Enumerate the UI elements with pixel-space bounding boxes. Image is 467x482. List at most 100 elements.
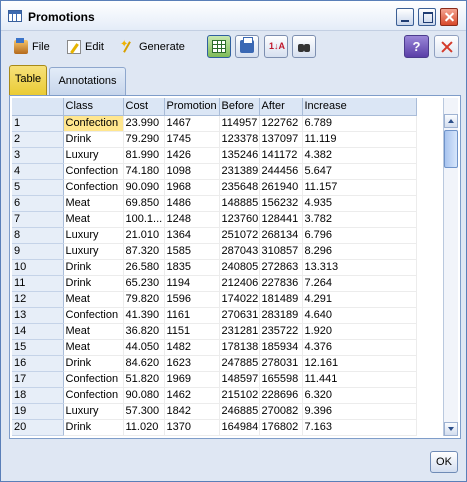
- scroll-thumb[interactable]: [444, 130, 458, 168]
- table-cell[interactable]: 1969: [164, 371, 220, 388]
- table-cell[interactable]: Drink: [63, 259, 124, 276]
- table-cell[interactable]: 11.157: [302, 179, 417, 196]
- table-row[interactable]: 19 Luxury 57.300 1842 246885 270082 9.396: [12, 403, 417, 420]
- table-cell[interactable]: 1370: [164, 419, 220, 436]
- window-close-button[interactable]: [440, 8, 458, 26]
- table-cell[interactable]: 278031: [259, 355, 303, 372]
- row-number-cell[interactable]: 14: [12, 323, 64, 340]
- table-cell[interactable]: 12.161: [302, 355, 417, 372]
- row-number-cell[interactable]: 11: [12, 275, 64, 292]
- table-cell[interactable]: 1482: [164, 339, 220, 356]
- table-cell[interactable]: 270082: [259, 403, 303, 420]
- table-row[interactable]: 12 Meat 79.820 1596 174022 181489 4.291: [12, 291, 417, 308]
- table-cell[interactable]: 4.935: [302, 195, 417, 212]
- table-cell[interactable]: 74.180: [123, 163, 165, 180]
- row-number-cell[interactable]: 9: [12, 243, 64, 260]
- table-row[interactable]: 18 Confection 90.080 1462 215102 228696 6.320: [12, 387, 417, 404]
- column-header-increase[interactable]: Increase: [302, 98, 417, 116]
- minimize-button[interactable]: [396, 8, 414, 26]
- table-cell[interactable]: 1161: [164, 307, 220, 324]
- table-cell[interactable]: 122762: [259, 115, 303, 132]
- table-cell[interactable]: 1842: [164, 403, 220, 420]
- find-button[interactable]: [292, 35, 316, 58]
- row-number-cell[interactable]: 5: [12, 179, 64, 196]
- table-cell[interactable]: 26.580: [123, 259, 165, 276]
- table-cell[interactable]: 100.1...: [123, 211, 165, 228]
- table-cell[interactable]: 8.296: [302, 243, 417, 260]
- table-cell[interactable]: 1098: [164, 163, 220, 180]
- table-cell[interactable]: 137097: [259, 131, 303, 148]
- row-number-header[interactable]: [12, 98, 64, 116]
- table-cell[interactable]: 90.090: [123, 179, 165, 196]
- table-cell[interactable]: 51.820: [123, 371, 165, 388]
- table-cell[interactable]: 1486: [164, 195, 220, 212]
- table-cell[interactable]: 13.313: [302, 259, 417, 276]
- table-cell[interactable]: Drink: [63, 131, 124, 148]
- close-button[interactable]: [434, 35, 459, 58]
- table-cell[interactable]: 41.390: [123, 307, 165, 324]
- row-number-cell[interactable]: 13: [12, 307, 64, 324]
- table-cell[interactable]: Luxury: [63, 403, 124, 420]
- column-header-cost[interactable]: Cost: [123, 98, 165, 116]
- table-cell[interactable]: Meat: [63, 195, 124, 212]
- table-cell[interactable]: 228696: [259, 387, 303, 404]
- file-menu[interactable]: File: [14, 38, 50, 55]
- table-row[interactable]: 3 Luxury 81.990 1426 135246 141172 4.382: [12, 147, 417, 164]
- table-cell[interactable]: 164984: [219, 419, 260, 436]
- column-header-after[interactable]: After: [259, 98, 303, 116]
- table-cell[interactable]: 87.320: [123, 243, 165, 260]
- table-cell[interactable]: 23.990: [123, 115, 165, 132]
- table-cell[interactable]: 135246: [219, 147, 260, 164]
- table-cell[interactable]: 283189: [259, 307, 303, 324]
- table-row[interactable]: 16 Drink 84.620 1623 247885 278031 12.161: [12, 355, 417, 372]
- table-cell[interactable]: 1426: [164, 147, 220, 164]
- table-cell[interactable]: 227836: [259, 275, 303, 292]
- table-cell[interactable]: 272863: [259, 259, 303, 276]
- table-cell[interactable]: 128441: [259, 211, 303, 228]
- table-cell[interactable]: Meat: [63, 323, 124, 340]
- table-cell[interactable]: 7.163: [302, 419, 417, 436]
- column-header-promotion[interactable]: Promotion: [164, 98, 220, 116]
- table-cell[interactable]: 310857: [259, 243, 303, 260]
- table-cell[interactable]: 21.010: [123, 227, 165, 244]
- table-cell[interactable]: 235722: [259, 323, 303, 340]
- table-row[interactable]: 6 Meat 69.850 1486 148885 156232 4.935: [12, 195, 417, 212]
- row-number-cell[interactable]: 8: [12, 227, 64, 244]
- table-cell[interactable]: 148597: [219, 371, 260, 388]
- help-button[interactable]: ?: [404, 35, 429, 58]
- vertical-scrollbar[interactable]: [443, 98, 458, 436]
- table-cell[interactable]: 6.320: [302, 387, 417, 404]
- table-cell[interactable]: 114957: [219, 115, 260, 132]
- table-cell[interactable]: 1835: [164, 259, 220, 276]
- table-cell[interactable]: 81.990: [123, 147, 165, 164]
- table-row[interactable]: 13 Confection 41.390 1161 270631 283189 4.640: [12, 307, 417, 324]
- row-number-cell[interactable]: 18: [12, 387, 64, 404]
- row-number-cell[interactable]: 4: [12, 163, 64, 180]
- table-cell[interactable]: 4.376: [302, 339, 417, 356]
- row-number-cell[interactable]: 3: [12, 147, 64, 164]
- table-row[interactable]: 7 Meat 100.1... 1248 123760 128441 3.782: [12, 211, 417, 228]
- table-cell[interactable]: Confection: [63, 163, 124, 180]
- table-row[interactable]: 1 Confection 23.990 1467 114957 122762 6.789: [12, 115, 417, 132]
- row-number-cell[interactable]: 17: [12, 371, 64, 388]
- table-cell[interactable]: 57.300: [123, 403, 165, 420]
- table-cell[interactable]: Confection: [63, 307, 124, 324]
- edit-menu[interactable]: Edit: [67, 39, 104, 55]
- table-cell[interactable]: 261940: [259, 179, 303, 196]
- table-cell[interactable]: 1467: [164, 115, 220, 132]
- table-cell[interactable]: 123760: [219, 211, 260, 228]
- table-cell[interactable]: Meat: [63, 339, 124, 356]
- table-cell[interactable]: 246885: [219, 403, 260, 420]
- table-row[interactable]: 11 Drink 65.230 1194 212406 227836 7.264: [12, 275, 417, 292]
- table-row[interactable]: 10 Drink 26.580 1835 240805 272863 13.313: [12, 259, 417, 276]
- table-cell[interactable]: 1623: [164, 355, 220, 372]
- table-cell[interactable]: 244456: [259, 163, 303, 180]
- table-cell[interactable]: 212406: [219, 275, 260, 292]
- table-row[interactable]: 17 Confection 51.820 1969 148597 165598 11.441: [12, 371, 417, 388]
- scroll-up-icon[interactable]: [444, 114, 458, 128]
- table-view-button[interactable]: [207, 35, 231, 58]
- data-table[interactable]: Class Cost Promotion Before After Increase 1C…: [12, 98, 417, 436]
- table-cell[interactable]: 235648: [219, 179, 260, 196]
- row-number-cell[interactable]: 16: [12, 355, 64, 372]
- table-cell[interactable]: 185934: [259, 339, 303, 356]
